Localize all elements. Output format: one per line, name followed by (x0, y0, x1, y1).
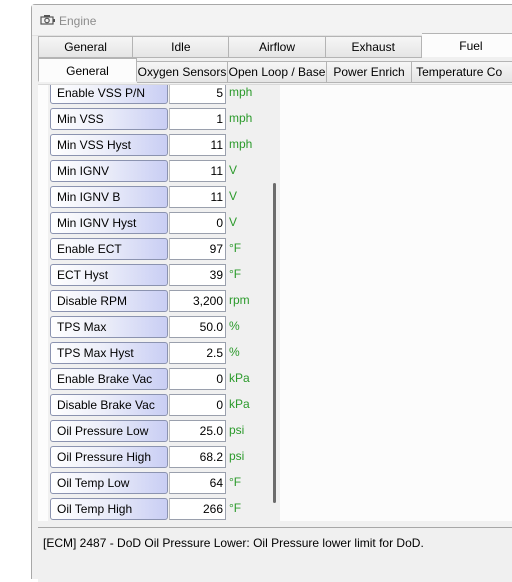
scrollbar-thumb[interactable] (273, 183, 276, 503)
tab-fuel[interactable]: Fuel (421, 33, 512, 57)
param-unit: kPa (229, 371, 250, 385)
param-row: Min VSS Hyst 11 mph (50, 134, 276, 158)
window-title: Engine (59, 14, 97, 28)
param-row: Enable Brake Vac 0 kPa (50, 368, 276, 392)
param-value[interactable]: 0 (169, 394, 226, 416)
param-unit: rpm (229, 293, 250, 307)
param-value[interactable]: 25.0 (169, 420, 226, 442)
param-unit: °F (229, 475, 242, 489)
param-label: Oil Temp Low (50, 472, 168, 494)
param-unit: °F (229, 267, 242, 281)
param-unit: V (229, 163, 238, 177)
subtab-general[interactable]: General (38, 58, 137, 82)
parameter-panel: Enable VSS P/N 5 mph Min VSS 1 mph Min V… (38, 84, 512, 521)
param-value[interactable]: 68.2 (169, 446, 226, 468)
param-label: TPS Max (50, 316, 168, 338)
param-value[interactable]: 266 (169, 498, 226, 520)
vertical-scrollbar[interactable] (270, 85, 280, 521)
param-label: Disable Brake Vac (50, 394, 168, 416)
param-value[interactable]: 11 (169, 186, 226, 208)
param-label: Min IGNV B (50, 186, 168, 208)
param-unit: V (229, 189, 238, 203)
param-unit: psi (229, 423, 245, 437)
param-value[interactable]: 39 (169, 264, 226, 286)
param-label: Oil Pressure Low (50, 420, 168, 442)
tab-airflow[interactable]: Airflow (229, 36, 326, 58)
param-unit: % (229, 345, 240, 359)
param-value[interactable]: 50.0 (169, 316, 226, 338)
param-label: Enable VSS P/N (50, 85, 168, 104)
param-row: Oil Temp Low 64 °F (50, 472, 276, 496)
status-bar: [ECM] 2487 - DoD Oil Pressure Lower: Oil… (38, 527, 512, 582)
param-value[interactable]: 11 (169, 134, 226, 156)
param-unit: °F (229, 501, 242, 515)
title-bar: Engine (32, 5, 512, 36)
tab-idle[interactable]: Idle (133, 36, 230, 58)
param-row: Min IGNV Hyst 0 V (50, 212, 276, 236)
param-value[interactable]: 5 (169, 85, 226, 104)
subtab-power-enrich[interactable]: Power Enrich (326, 61, 413, 83)
param-row: Oil Pressure Low 25.0 psi (50, 420, 276, 444)
sub-tab-bar: General Oxygen Sensors Open Loop / Base … (38, 58, 512, 83)
param-label: Disable RPM (50, 290, 168, 312)
param-value[interactable]: 2.5 (169, 342, 226, 364)
param-value[interactable]: 0 (169, 212, 226, 234)
param-label: Enable ECT (50, 238, 168, 260)
subtab-open-loop-base[interactable]: Open Loop / Base (228, 61, 327, 83)
param-label: Min IGNV Hyst (50, 212, 168, 234)
tab-general[interactable]: General (38, 36, 134, 58)
param-row: Min VSS 1 mph (50, 108, 276, 132)
subtab-oxygen-sensors[interactable]: Oxygen Sensors (136, 61, 229, 83)
param-label: Min IGNV (50, 160, 168, 182)
param-unit: mph (229, 85, 253, 99)
param-label: ECT Hyst (50, 264, 168, 286)
param-row: Oil Temp High 266 °F (50, 498, 276, 521)
param-row: Enable ECT 97 °F (50, 238, 276, 262)
param-row: TPS Max 50.0 % (50, 316, 276, 340)
param-row: Enable VSS P/N 5 mph (50, 85, 276, 106)
param-value[interactable]: 64 (169, 472, 226, 494)
param-row: Min IGNV B 11 V (50, 186, 276, 210)
param-row: TPS Max Hyst 2.5 % (50, 342, 276, 366)
param-unit: psi (229, 449, 245, 463)
param-value[interactable]: 1 (169, 108, 226, 130)
engine-window: Engine General Idle Airflow Exhaust Fuel… (31, 4, 512, 582)
tab-exhaust[interactable]: Exhaust (325, 36, 422, 58)
param-unit: °F (229, 241, 242, 255)
param-unit: V (229, 215, 238, 229)
param-row: Oil Pressure High 68.2 psi (50, 446, 276, 470)
parameter-grid[interactable]: Enable VSS P/N 5 mph Min VSS 1 mph Min V… (48, 85, 280, 521)
param-unit: kPa (229, 397, 250, 411)
main-tab-bar: General Idle Airflow Exhaust Fuel (38, 33, 512, 58)
param-label: Oil Temp High (50, 498, 168, 520)
param-label: Min VSS (50, 108, 168, 130)
param-value[interactable]: 0 (169, 368, 226, 390)
param-label: TPS Max Hyst (50, 342, 168, 364)
subtab-temperature-comp[interactable]: Temperature Co (412, 61, 512, 83)
param-value[interactable]: 11 (169, 160, 226, 182)
param-unit: % (229, 319, 240, 333)
param-label: Enable Brake Vac (50, 368, 168, 390)
param-row: Disable RPM 3,200 rpm (50, 290, 276, 314)
param-value[interactable]: 3,200 (169, 290, 226, 312)
engine-icon (40, 15, 55, 25)
param-value[interactable]: 97 (169, 238, 226, 260)
param-row: Disable Brake Vac 0 kPa (50, 394, 276, 418)
param-unit: mph (229, 137, 253, 151)
param-row: Min IGNV 11 V (50, 160, 276, 184)
param-unit: mph (229, 111, 253, 125)
param-row: ECT Hyst 39 °F (50, 264, 276, 288)
param-label: Min VSS Hyst (50, 134, 168, 156)
param-label: Oil Pressure High (50, 446, 168, 468)
